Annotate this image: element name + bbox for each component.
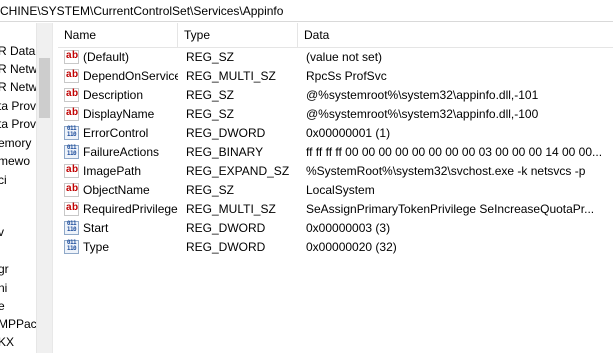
value-name: Start [83,221,109,235]
value-type: REG_DWORD [186,240,266,254]
tree-item[interactable]: ta Prov [0,97,36,115]
value-type: REG_MULTI_SZ [186,202,276,216]
value-data: RpcSs ProfSvc [306,69,387,83]
value-data: SeAssignPrimaryTokenPrivilege SeIncrease… [306,202,595,216]
column-header-data[interactable]: Data [298,23,613,47]
tree-item[interactable]: R Data [0,42,35,60]
tree-item[interactable]: emory [0,134,31,152]
column-header-type[interactable]: Type [178,23,298,47]
tree-item[interactable]: mewo [0,152,30,170]
value-name: FailureActions [83,145,160,159]
tree-item[interactable]: gr [0,260,9,278]
table-row[interactable]: 011 110 ErrorControl REG_DWORD 0x00000001… [58,124,613,143]
binary-value-icon: 011 110 [64,145,79,159]
value-name: Type [83,240,110,254]
table-row[interactable]: 011 110 FailureActions REG_BINARY ff ff f… [58,143,613,162]
values-list[interactable]: Name Type Data ab (Default) REG_SZ (valu… [58,23,613,353]
value-type: REG_SZ [186,50,235,64]
value-name: DisplayName [83,107,155,121]
table-row[interactable]: ab Description REG_SZ @%systemroot%\syst… [58,86,613,105]
address-bar[interactable]: CHINE\SYSTEM\CurrentControlSet\Services\… [0,0,613,22]
table-row[interactable]: ab ImagePath REG_EXPAND_SZ %SystemRoot%\… [58,162,613,181]
table-row[interactable]: 011 110 Start REG_DWORD 0x00000003 (3) [58,219,613,238]
tree-item[interactable]: ni [0,279,7,297]
value-name: ImagePath [83,164,142,178]
value-type: REG_DWORD [186,126,266,140]
value-data: 0x00000003 (3) [306,221,391,235]
string-value-icon: ab [64,69,79,83]
tree-item[interactable]: R Netw [0,78,37,96]
value-data: ff ff ff ff 00 00 00 00 00 00 00 00 03 0… [306,145,603,159]
value-name: Description [83,88,144,102]
tree-scrollbar-thumb[interactable] [39,58,50,118]
tree-item[interactable]: v [0,223,4,241]
string-value-icon: ab [64,183,79,197]
string-value-icon: ab [64,88,79,102]
table-row[interactable]: ab (Default) REG_SZ (value not set) [58,48,613,67]
tree-item[interactable]: ci [0,171,7,189]
binary-value-icon: 011 110 [64,240,79,254]
value-name: DependOnService [83,69,178,83]
tree-item[interactable]: e [0,297,5,315]
value-type: REG_EXPAND_SZ [186,164,290,178]
value-data: 0x00000001 (1) [306,126,391,140]
tree-scrollbar[interactable] [36,23,52,353]
value-type: REG_SZ [186,183,235,197]
value-type: REG_SZ [186,88,235,102]
value-data: %SystemRoot%\system32\svchost.exe -k net… [306,164,586,178]
table-row[interactable]: ab DisplayName REG_SZ @%systemroot%\syst… [58,105,613,124]
value-type: REG_MULTI_SZ [186,69,276,83]
table-row[interactable]: ab DependOnService REG_MULTI_SZ RpcSs Pr… [58,67,613,86]
value-data: (value not set) [306,50,383,64]
string-value-icon: ab [64,50,79,64]
table-row[interactable]: ab RequiredPrivilege... REG_MULTI_SZ SeA… [58,200,613,219]
tree-item[interactable]: KX [0,333,14,351]
binary-value-icon: 011 110 [64,221,79,235]
column-header-row: Name Type Data [58,23,613,48]
value-name: RequiredPrivilege... [83,202,178,216]
value-name: ErrorControl [83,126,149,140]
binary-value-icon: 011 110 [64,126,79,140]
value-data: 0x00000020 (32) [306,240,397,254]
value-type: REG_SZ [186,107,235,121]
value-data: @%systemroot%\system32\appinfo.dll,-101 [306,88,539,102]
table-row[interactable]: 011 110 Type REG_DWORD 0x00000020 (32) [58,238,613,257]
string-value-icon: ab [64,164,79,178]
address-path: CHINE\SYSTEM\CurrentControlSet\Services\… [0,4,284,18]
string-value-icon: ab [64,107,79,121]
value-name: ObjectName [83,183,150,197]
string-value-icon: ab [64,202,79,216]
value-data: @%systemroot%\system32\appinfo.dll,-100 [306,107,539,121]
table-row[interactable]: ab ObjectName REG_SZ LocalSystem [58,181,613,200]
tree-item[interactable]: ta Prov [0,115,36,133]
value-type: REG_DWORD [186,221,266,235]
value-type: REG_BINARY [186,145,264,159]
tree-item[interactable]: R Netw [0,60,37,78]
value-data: LocalSystem [306,183,375,197]
column-header-name[interactable]: Name [58,23,178,47]
value-name: (Default) [83,50,130,64]
